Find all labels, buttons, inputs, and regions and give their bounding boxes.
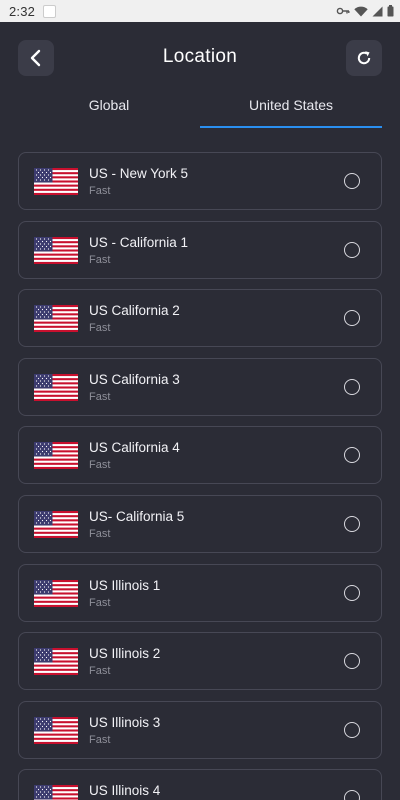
us-flag-icon — [34, 579, 78, 607]
server-item[interactable]: US California 4 Fast — [18, 426, 382, 485]
refresh-icon — [357, 51, 371, 65]
server-speed: Fast — [89, 733, 111, 746]
server-item[interactable]: US Illinois 2 Fast — [18, 632, 382, 691]
select-radio[interactable] — [344, 173, 360, 189]
select-radio[interactable] — [344, 653, 360, 670]
select-radio[interactable] — [344, 515, 360, 532]
server-item[interactable]: US Illinois 4 Fast — [18, 769, 382, 800]
wifi-icon — [354, 6, 368, 16]
server-name: US Illinois 3 — [89, 714, 161, 730]
server-item[interactable]: US California 2 Fast — [18, 289, 382, 348]
signal-icon — [372, 6, 383, 16]
vpn-key-icon — [336, 7, 350, 15]
server-item[interactable]: US- California 5 Fast — [18, 494, 382, 553]
us-flag-icon — [34, 648, 78, 676]
server-name: US California 3 — [89, 371, 180, 387]
app-notification-icon — [43, 4, 57, 18]
select-radio[interactable] — [344, 721, 360, 738]
us-flag-icon — [34, 716, 78, 744]
server-speed: Fast — [89, 322, 111, 335]
battery-icon — [387, 5, 394, 17]
server-speed: Fast — [89, 390, 111, 403]
status-icons — [336, 5, 394, 17]
us-flag-icon — [34, 236, 78, 264]
us-flag-icon — [34, 168, 78, 195]
server-speed: Fast — [89, 459, 111, 472]
server-name: US Illinois 4 — [89, 783, 161, 799]
server-speed: Fast — [89, 253, 111, 266]
server-name: US- California 5 — [89, 508, 185, 524]
server-speed: Fast — [89, 596, 111, 609]
page-title: Location — [162, 46, 238, 67]
select-radio[interactable] — [344, 584, 360, 601]
server-name: US - California 1 — [89, 234, 189, 250]
server-name: US Illinois 1 — [89, 577, 161, 593]
select-radio[interactable] — [344, 310, 360, 327]
server-speed: Fast — [89, 527, 111, 540]
us-flag-icon — [34, 373, 78, 401]
server-item[interactable]: US Illinois 1 Fast — [18, 563, 382, 622]
server-speed: Fast — [89, 185, 111, 197]
server-item[interactable]: US - New York 5 Fast — [18, 152, 382, 210]
select-radio[interactable] — [344, 378, 360, 395]
select-radio[interactable] — [344, 447, 360, 464]
server-list: US - New York 5 Fast US - California 1 F… — [18, 152, 382, 800]
server-item[interactable]: US California 3 Fast — [18, 357, 382, 416]
us-flag-icon — [34, 510, 78, 538]
server-item[interactable]: US Illinois 3 Fast — [18, 700, 382, 759]
select-radio[interactable] — [344, 790, 360, 800]
header: Location — [0, 22, 400, 94]
refresh-button[interactable] — [346, 40, 382, 76]
status-time: 2:32 — [9, 3, 36, 19]
select-radio[interactable] — [344, 241, 360, 258]
server-item[interactable]: US - California 1 Fast — [18, 220, 382, 279]
tab-global[interactable]: Global — [18, 94, 200, 129]
us-flag-icon — [34, 305, 78, 333]
server-name: US - New York 5 — [89, 166, 189, 181]
server-name: US California 4 — [89, 440, 180, 456]
status-bar: 2:32 — [0, 0, 400, 22]
us-flag-icon — [34, 442, 78, 470]
location-tabs: Global United States — [18, 94, 382, 129]
server-name: US California 2 — [89, 303, 180, 319]
us-flag-icon — [34, 785, 78, 800]
server-name: US Illinois 2 — [89, 646, 161, 662]
server-speed: Fast — [89, 665, 111, 678]
tab-united-states[interactable]: United States — [200, 94, 382, 129]
